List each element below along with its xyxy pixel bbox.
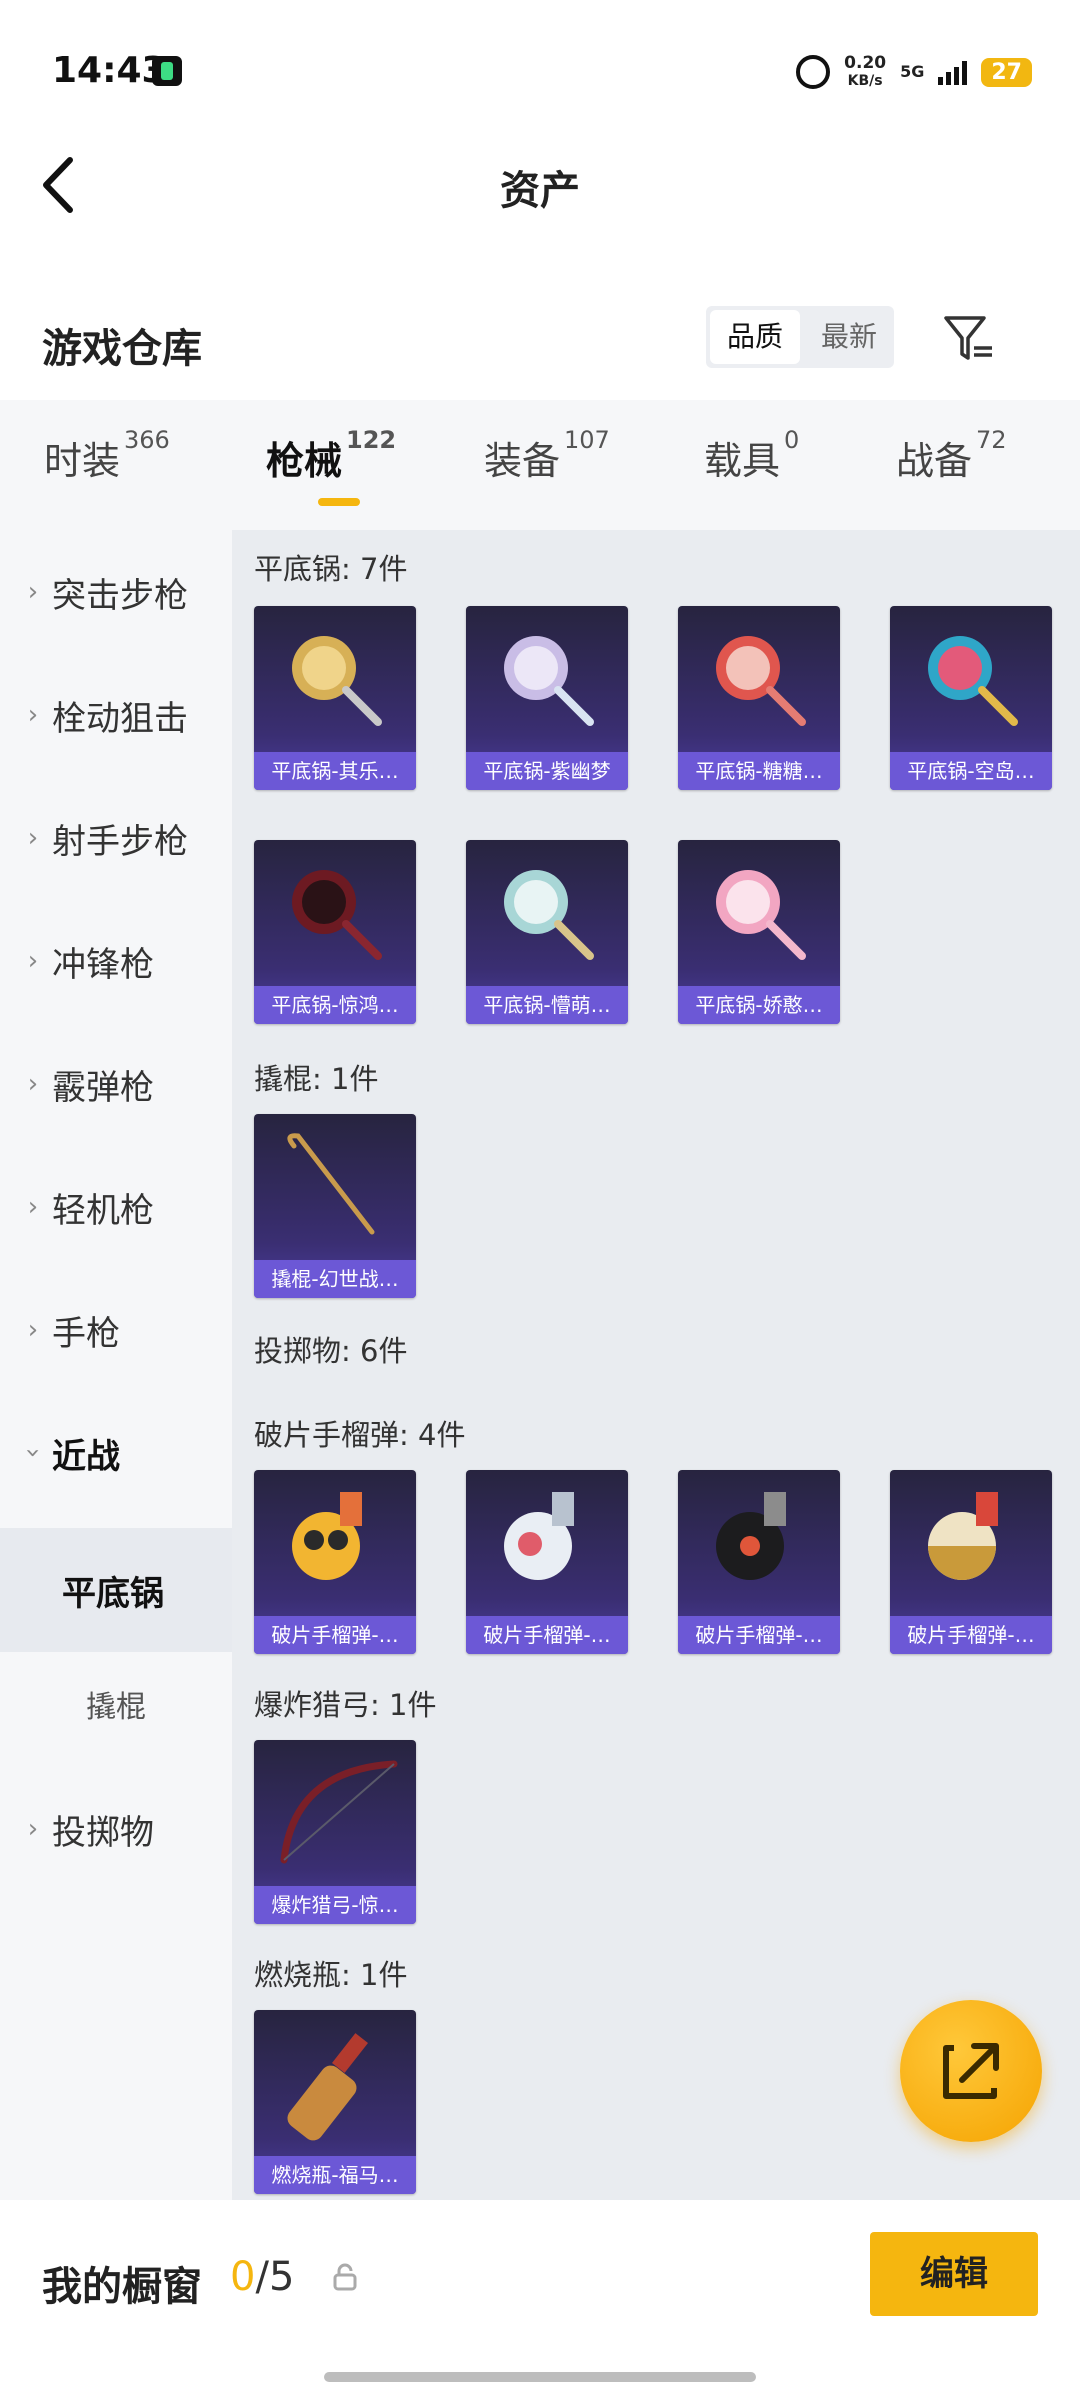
frying-pan-icon [716, 870, 806, 960]
chevron-right-icon: › [27, 700, 39, 730]
group-label-frying-pan: 平底锅: 7件 [254, 552, 408, 586]
frying-pan-icon [292, 636, 382, 726]
net-speed: 0.20 KB/s [844, 53, 887, 89]
share-fab-button[interactable] [900, 2000, 1042, 2142]
showcase-count: 0/5 [230, 2254, 295, 2300]
signal-icon [938, 59, 968, 85]
alarm-icon [796, 55, 831, 89]
sidebar-item-dmr[interactable]: › 射手步枪 [0, 788, 232, 888]
sort-toggle: 品质 最新 [706, 306, 894, 368]
item-card-frying-pan[interactable]: 平底锅-紫幽梦 [466, 606, 628, 790]
status-indicators: 0.20 KB/s 5G 27 [796, 48, 1032, 96]
item-card-frag-grenade[interactable]: 破片手榴弹-… [254, 1470, 416, 1654]
home-indicator[interactable] [324, 2372, 756, 2382]
item-card-frag-grenade[interactable]: 破片手榴弹-… [466, 1470, 628, 1654]
frying-pan-icon [504, 636, 594, 726]
battery-icon: 27 [981, 57, 1032, 87]
chevron-right-icon: › [27, 823, 39, 853]
sort-quality-button[interactable]: 品质 [710, 310, 800, 364]
chevron-down-icon: › [18, 1447, 48, 1459]
group-label-throwables: 投掷物: 6件 [254, 1334, 408, 1368]
item-card-frying-pan[interactable]: 平底锅-惊鸿… [254, 840, 416, 1024]
sidebar-item-assault-rifle[interactable]: › 突击步枪 [0, 542, 232, 642]
group-label-explosive-bow: 爆炸猎弓: 1件 [254, 1688, 437, 1722]
app-notification-icon [152, 56, 182, 86]
sidebar-item-frying-pan[interactable]: 平底锅 [0, 1528, 232, 1652]
sidebar-item-shotgun[interactable]: › 霰弹枪 [0, 1034, 232, 1134]
tab-guns[interactable]: 枪械 122 [266, 426, 396, 485]
tab-supplies[interactable]: 战备 72 [896, 426, 1007, 485]
tab-equipment[interactable]: 装备 107 [484, 426, 610, 485]
sidebar-item-throwables[interactable]: › 投掷物 [0, 1779, 232, 1879]
sidebar-item-pistol[interactable]: › 手枪 [0, 1280, 232, 1380]
sidebar-item-lmg[interactable]: › 轻机枪 [0, 1157, 232, 1257]
chevron-right-icon: › [27, 1069, 39, 1099]
grenade-icon [504, 1492, 574, 1580]
page-title: 资产 [500, 168, 580, 214]
category-tabs: 时装 366 枪械 122 装备 107 载具 0 战备 72 [0, 400, 1080, 530]
warehouse-title: 游戏仓库 [42, 326, 202, 372]
network-type: 5G [900, 62, 925, 81]
lock-icon [333, 2263, 357, 2291]
sidebar-item-melee[interactable]: › 近战 [0, 1403, 232, 1503]
sidebar-item-smg[interactable]: › 冲锋枪 [0, 911, 232, 1011]
chevron-right-icon: › [27, 1192, 39, 1222]
item-card-frying-pan[interactable]: 平底锅-懵萌… [466, 840, 628, 1024]
chevron-right-icon: › [27, 1814, 39, 1844]
showcase-label: 我的橱窗 [42, 2264, 202, 2310]
frying-pan-icon [292, 870, 382, 960]
sidebar-item-bolt-sniper[interactable]: › 栓动狙击 [0, 665, 232, 765]
tab-vehicles[interactable]: 载具 0 [704, 426, 799, 485]
frying-pan-icon [928, 636, 1018, 726]
item-card-frying-pan[interactable]: 平底锅-其乐… [254, 606, 416, 790]
molotov-icon [287, 2033, 369, 2141]
share-external-icon [943, 2043, 999, 2099]
weapon-category-sidebar: › 突击步枪 › 栓动狙击 › 射手步枪 › 冲锋枪 › 霰弹枪 › 轻机枪 › 手枪 › 近战… [0, 530, 232, 2200]
chevron-right-icon: › [27, 946, 39, 976]
chevron-right-icon: › [27, 577, 39, 607]
grenade-icon [928, 1492, 998, 1580]
crowbar-icon [287, 1133, 375, 1235]
group-label-frag-grenade: 破片手榴弹: 4件 [254, 1418, 466, 1452]
item-card-frag-grenade[interactable]: 破片手榴弹-… [678, 1470, 840, 1654]
edit-button[interactable]: 编辑 [870, 2232, 1038, 2316]
item-card-explosive-bow[interactable]: 爆炸猎弓-惊… [254, 1740, 416, 1924]
active-tab-indicator [318, 498, 360, 506]
grenade-icon [292, 1492, 362, 1580]
group-label-crowbar: 撬棍: 1件 [254, 1062, 379, 1096]
filter-icon[interactable] [940, 310, 996, 366]
bow-icon [280, 1760, 398, 1864]
item-grid: 平底锅: 7件 平底锅-其乐… 平底锅-紫幽梦 平底锅-糖糖… 平底锅-空岛… … [232, 530, 1080, 2200]
chevron-right-icon: › [27, 1315, 39, 1345]
item-card-molotov[interactable]: 燃烧瓶-福马… [254, 2010, 416, 2194]
sidebar-item-crowbar[interactable]: 撬棍 [0, 1654, 232, 1754]
status-time: 14:43 [52, 50, 167, 91]
item-card-crowbar[interactable]: 撬棍-幻世战… [254, 1114, 416, 1298]
item-card-frag-grenade[interactable]: 破片手榴弹-… [890, 1470, 1052, 1654]
tab-fashion[interactable]: 时装 366 [44, 426, 170, 485]
item-card-frying-pan[interactable]: 平底锅-糖糖… [678, 606, 840, 790]
sort-newest-button[interactable]: 最新 [804, 306, 894, 368]
item-card-frying-pan[interactable]: 平底锅-空岛… [890, 606, 1052, 790]
frying-pan-icon [716, 636, 806, 726]
group-label-molotov: 燃烧瓶: 1件 [254, 1958, 408, 1992]
grenade-icon [716, 1492, 786, 1580]
status-bar: 14:43 0.20 KB/s 5G 27 [0, 0, 1080, 140]
frying-pan-icon [504, 870, 594, 960]
item-card-frying-pan[interactable]: 平底锅-娇憨… [678, 840, 840, 1024]
